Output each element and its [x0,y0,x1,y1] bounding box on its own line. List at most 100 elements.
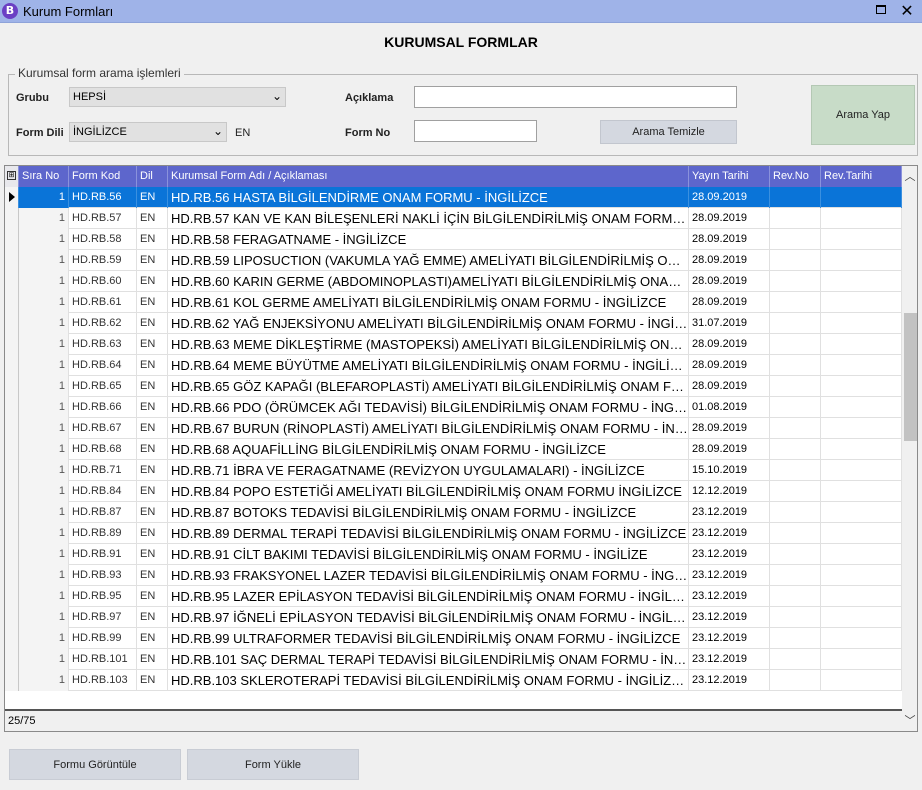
close-icon[interactable]: ✕ [894,0,920,22]
row-header[interactable] [5,229,19,250]
cell-dil[interactable]: EN [137,544,168,565]
row-header[interactable] [5,208,19,229]
cell-form-kod[interactable]: HD.RB.91 [69,544,137,565]
table-row[interactable]: 1 HD.RB.89 EN HD.RB.89 DERMAL TERAPİ TEDAVİ… [5,523,902,544]
row-header[interactable] [5,376,19,397]
cell-yayin-tarihi[interactable]: 23.12.2019 [689,544,770,565]
cell-rev-tarihi[interactable] [821,187,902,208]
cell-form-adi[interactable]: HD.RB.93 FRAKSYONEL LAZER TEDAVİSİ BİLGİ… [168,565,689,586]
cell-dil[interactable]: EN [137,292,168,313]
cell-rev-no[interactable] [770,355,821,376]
cell-yayin-tarihi[interactable]: 28.09.2019 [689,439,770,460]
cell-dil[interactable]: EN [137,628,168,649]
cell-rev-no[interactable] [770,292,821,313]
cell-rev-tarihi[interactable] [821,355,902,376]
vertical-scrollbar[interactable]: ︿ ﹀ [902,166,917,731]
table-row[interactable]: 1 HD.RB.87 EN HD.RB.87 BOTOKS TEDAVİSİ BİLG… [5,502,902,523]
table-row[interactable]: 1 HD.RB.62 EN HD.RB.62 YAĞ ENJEKSİYONU AMEL… [5,313,902,334]
cell-rev-no[interactable] [770,418,821,439]
chevron-down-icon[interactable]: ⌄ [272,87,282,105]
chevron-down-icon[interactable]: ⌄ [213,122,223,140]
cell-rev-no[interactable] [770,229,821,250]
cell-form-kod[interactable]: HD.RB.101 [69,649,137,670]
cell-form-kod[interactable]: HD.RB.60 [69,271,137,292]
cell-dil[interactable]: EN [137,523,168,544]
cell-form-adi[interactable]: HD.RB.66 PDO (ÖRÜMCEK AĞI TEDAVİSİ) BİLG… [168,397,689,418]
cell-yayin-tarihi[interactable]: 23.12.2019 [689,502,770,523]
row-header[interactable] [5,271,19,292]
cell-rev-no[interactable] [770,544,821,565]
cell-rev-tarihi[interactable] [821,271,902,292]
cell-form-kod[interactable]: HD.RB.64 [69,355,137,376]
cell-rev-no[interactable] [770,502,821,523]
cell-yayin-tarihi[interactable]: 28.09.2019 [689,187,770,208]
cell-form-kod[interactable]: HD.RB.65 [69,376,137,397]
row-header[interactable] [5,565,19,586]
form-dili-combobox[interactable]: İNGİLİZCE ⌄ [69,122,227,142]
table-row[interactable]: 1 HD.RB.93 EN HD.RB.93 FRAKSYONEL LAZER TED… [5,565,902,586]
cell-rev-no[interactable] [770,628,821,649]
table-row[interactable]: 1 HD.RB.97 EN HD.RB.97 İĞNELİ EPİLASYON TED… [5,607,902,628]
row-header[interactable] [5,502,19,523]
table-row[interactable]: 1 HD.RB.95 EN HD.RB.95 LAZER EPİLASYON TEDA… [5,586,902,607]
table-row[interactable]: 1 HD.RB.64 EN HD.RB.64 MEME BÜYÜTME AMELİYA… [5,355,902,376]
cell-sira-no[interactable]: 1 [19,313,69,334]
row-header[interactable] [5,418,19,439]
table-row[interactable]: 1 HD.RB.68 EN HD.RB.68 AQUAFİLLİNG BİLGİLEN… [5,439,902,460]
column-header-rev-no[interactable]: Rev.No [770,166,821,187]
scrollbar-thumb[interactable] [904,313,917,441]
cell-yayin-tarihi[interactable]: 28.09.2019 [689,292,770,313]
cell-sira-no[interactable]: 1 [19,628,69,649]
cell-dil[interactable]: EN [137,376,168,397]
cell-form-kod[interactable]: HD.RB.67 [69,418,137,439]
grid-corner-cell[interactable]: ⊞ [5,166,19,187]
cell-dil[interactable]: EN [137,229,168,250]
cell-form-kod[interactable]: HD.RB.99 [69,628,137,649]
cell-rev-no[interactable] [770,481,821,502]
cell-form-adi[interactable]: HD.RB.61 KOL GERME AMELİYATI BİLGİLENDİR… [168,292,689,313]
cell-form-adi[interactable]: HD.RB.63 MEME DİKLEŞTİRME (MASTOPEKSİ) A… [168,334,689,355]
grubu-combobox[interactable]: HEPSİ ⌄ [69,87,286,107]
table-row[interactable]: 1 HD.RB.84 EN HD.RB.84 POPO ESTETİĞİ AMELİY… [5,481,902,502]
row-header[interactable] [5,355,19,376]
cell-yayin-tarihi[interactable]: 28.09.2019 [689,355,770,376]
cell-form-adi[interactable]: HD.RB.101 SAÇ DERMAL TERAPİ TEDAVİSİ BİL… [168,649,689,670]
row-header[interactable] [5,544,19,565]
cell-form-adi[interactable]: HD.RB.91 CİLT BAKIMI TEDAVİSİ BİLGİLENDİ… [168,544,689,565]
cell-form-adi[interactable]: HD.RB.89 DERMAL TERAPİ TEDAVİSİ BİLGİLEN… [168,523,689,544]
cell-dil[interactable]: EN [137,397,168,418]
cell-form-kod[interactable]: HD.RB.84 [69,481,137,502]
cell-form-kod[interactable]: HD.RB.63 [69,334,137,355]
table-row[interactable]: 1 HD.RB.103 EN HD.RB.103 SKLEROTERAPİ TEDAV… [5,670,902,691]
cell-dil[interactable]: EN [137,460,168,481]
cell-yayin-tarihi[interactable]: 28.09.2019 [689,208,770,229]
column-header-form-adi[interactable]: Kurumsal Form Adı / Açıklaması [168,166,689,187]
row-header[interactable] [5,313,19,334]
cell-sira-no[interactable]: 1 [19,544,69,565]
form-no-input[interactable] [414,120,537,142]
cell-rev-no[interactable] [770,649,821,670]
row-header[interactable] [5,250,19,271]
cell-sira-no[interactable]: 1 [19,208,69,229]
cell-rev-no[interactable] [770,523,821,544]
scroll-down-icon[interactable]: ﹀ [902,712,917,729]
cell-form-adi[interactable]: HD.RB.64 MEME BÜYÜTME AMELİYATI BİLGİLEN… [168,355,689,376]
cell-form-adi[interactable]: HD.RB.62 YAĞ ENJEKSİYONU AMELİYATI BİLGİ… [168,313,689,334]
aciklama-input[interactable] [414,86,737,108]
cell-rev-tarihi[interactable] [821,397,902,418]
cell-form-kod[interactable]: HD.RB.58 [69,229,137,250]
cell-dil[interactable]: EN [137,271,168,292]
cell-form-kod[interactable]: HD.RB.66 [69,397,137,418]
cell-form-adi[interactable]: HD.RB.67 BURUN (RİNOPLASTİ) AMELİYATI Bİ… [168,418,689,439]
cell-rev-tarihi[interactable] [821,586,902,607]
table-row[interactable]: 1 HD.RB.66 EN HD.RB.66 PDO (ÖRÜMCEK AĞI TED… [5,397,902,418]
row-header[interactable] [5,334,19,355]
cell-yayin-tarihi[interactable]: 23.12.2019 [689,565,770,586]
cell-yayin-tarihi[interactable]: 23.12.2019 [689,523,770,544]
row-header[interactable] [5,586,19,607]
cell-dil[interactable]: EN [137,607,168,628]
table-row[interactable]: 1 HD.RB.67 EN HD.RB.67 BURUN (RİNOPLASTİ) A… [5,418,902,439]
row-header[interactable] [5,460,19,481]
cell-rev-tarihi[interactable] [821,565,902,586]
column-header-rev-tarihi[interactable]: Rev.Tarihi [821,166,902,187]
